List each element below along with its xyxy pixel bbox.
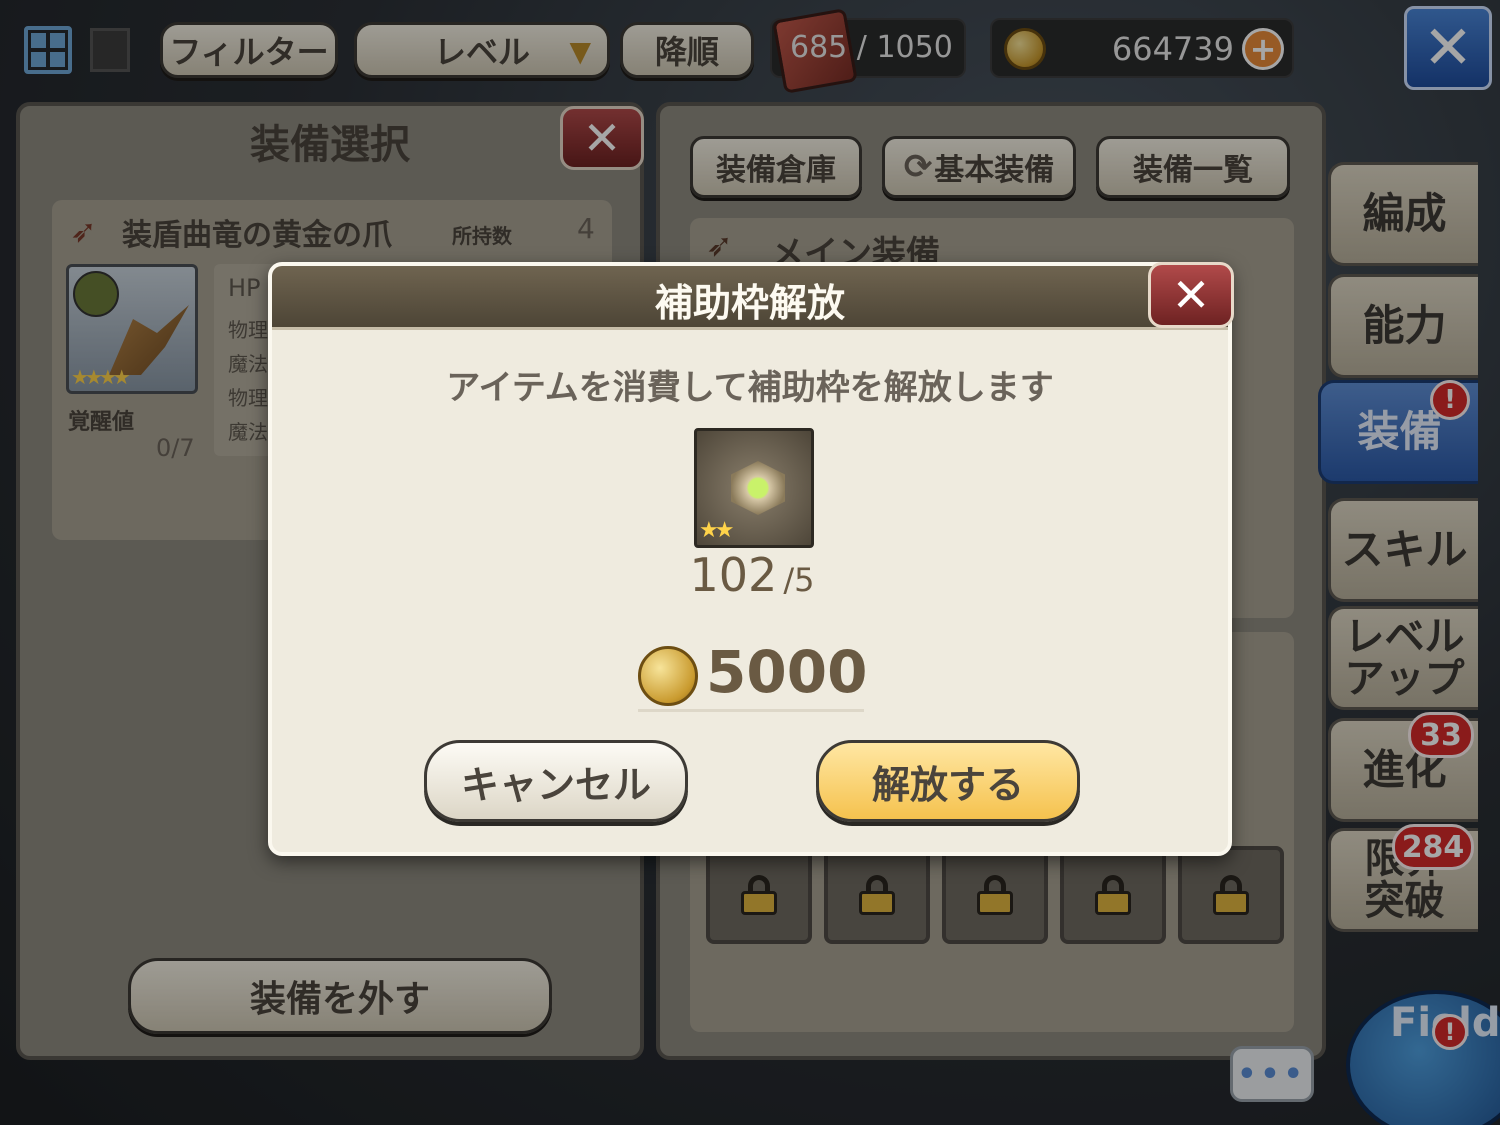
- gold-coin-icon: [638, 646, 698, 706]
- dialog-header: 補助枠解放: [272, 266, 1228, 330]
- item-need: /5: [783, 561, 815, 599]
- cost-row: 5000: [638, 638, 868, 712]
- dialog-message: アイテムを消費して補助枠を解放します: [446, 368, 1054, 408]
- cost-amount: 5000: [706, 638, 868, 706]
- item-count: 102/5: [652, 548, 852, 602]
- item-rarity-stars: ★★: [699, 518, 735, 543]
- gem-icon: [731, 461, 785, 515]
- confirm-unlock-button[interactable]: 解放する: [816, 740, 1080, 822]
- close-dialog-button[interactable]: ✕: [1148, 262, 1234, 328]
- unlock-item-thumbnail: ★★: [694, 428, 814, 548]
- item-have: 102: [689, 548, 778, 602]
- dialog-title: 補助枠解放: [654, 281, 845, 325]
- cancel-button[interactable]: キャンセル: [424, 740, 688, 822]
- unlock-dialog: 補助枠解放 ✕ アイテムを消費して補助枠を解放します ★★ 102/5 5000…: [268, 262, 1234, 856]
